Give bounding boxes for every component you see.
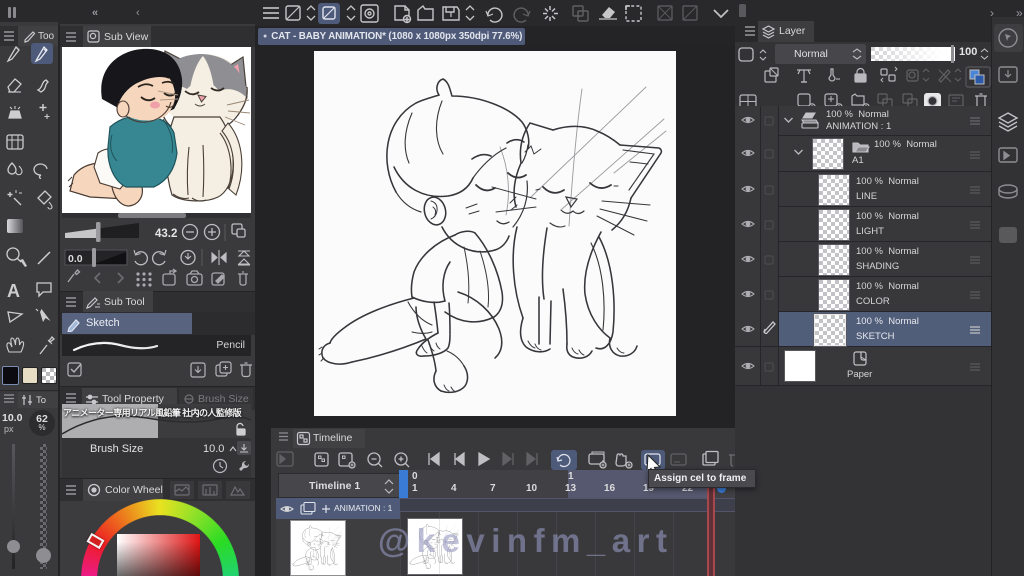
svg-text:0.0: 0.0 [68,253,83,265]
svg-text:A: A [7,281,20,301]
svg-text:43.2: 43.2 [155,228,177,240]
